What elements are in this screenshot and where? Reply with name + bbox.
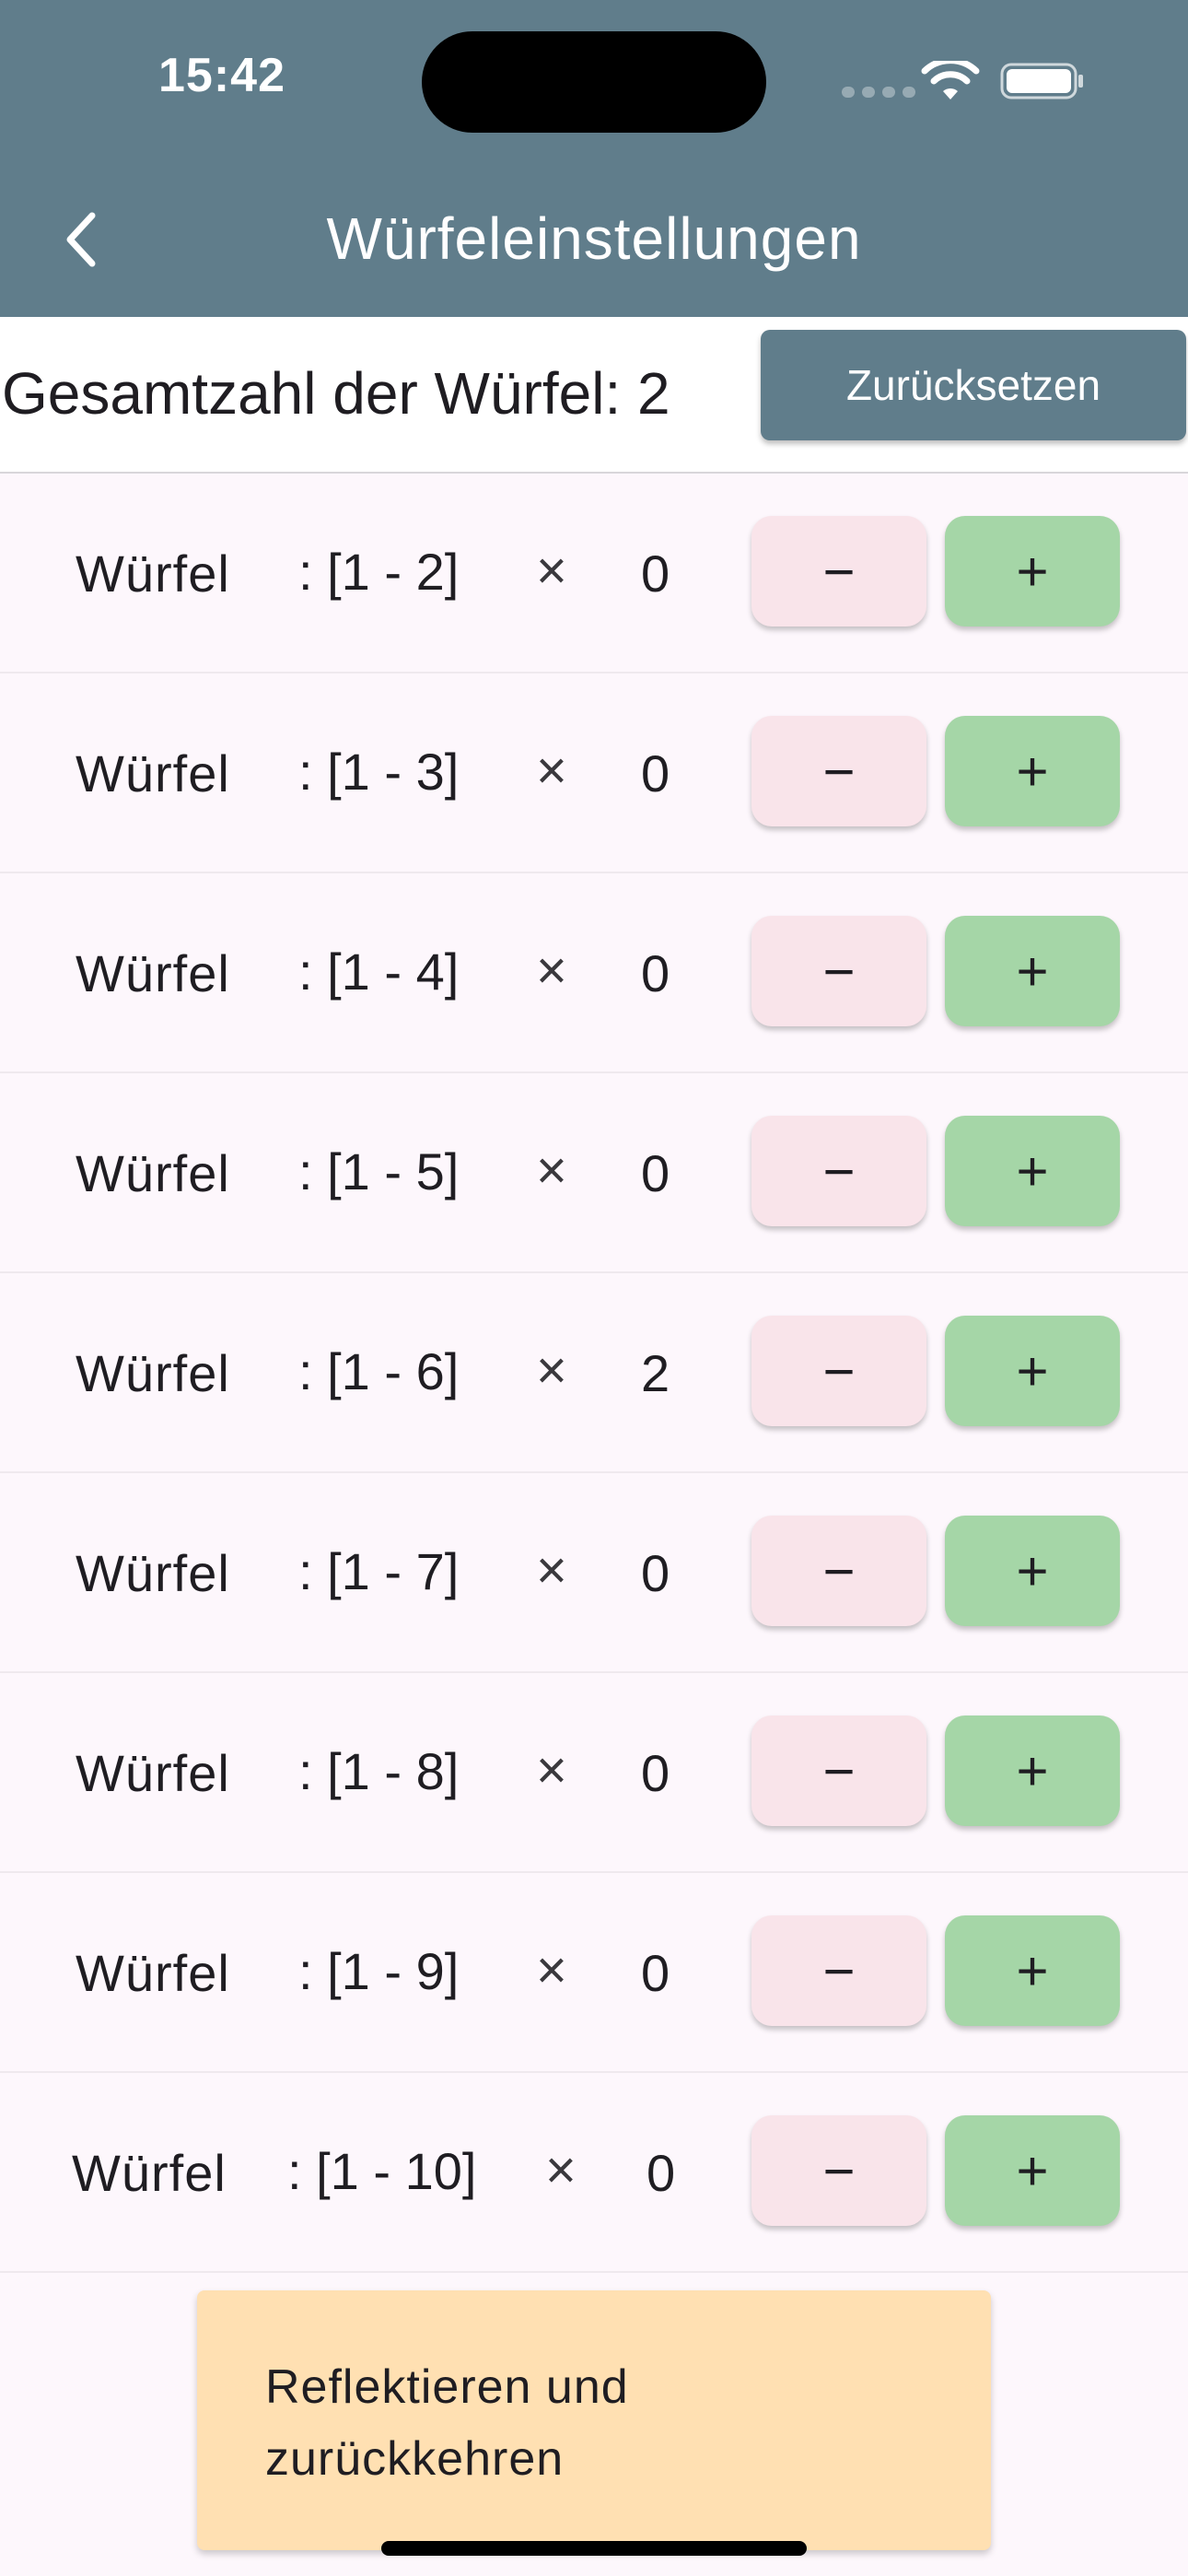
dice-row: Würfel : [1 - 4] × 0 − + (0, 873, 1188, 1073)
home-indicator (381, 2541, 807, 2556)
decrement-button[interactable]: − (751, 1915, 926, 2026)
dice-row: Würfel : [1 - 2] × 0 − + (0, 474, 1188, 673)
decrement-button[interactable]: − (751, 1715, 926, 1826)
decrement-button[interactable]: − (751, 516, 926, 626)
decrement-button[interactable]: − (751, 2115, 926, 2226)
multiply-icon: × (536, 1740, 567, 1800)
dice-range: : [1 - 6] (298, 1342, 460, 1400)
dynamic-island (422, 31, 766, 133)
decrement-button[interactable]: − (751, 1116, 926, 1226)
app-bar: 15:42 Würfeleinstellungen (0, 0, 1188, 317)
increment-button[interactable]: + (945, 1316, 1120, 1426)
dice-name: Würfel (76, 1144, 230, 1202)
dice-row: Würfel : [1 - 3] × 0 − + (0, 673, 1188, 873)
increment-button[interactable]: + (945, 516, 1120, 626)
dice-range: : [1 - 10] (287, 2142, 477, 2200)
dice-range: : [1 - 3] (298, 743, 460, 801)
dice-range: : [1 - 2] (298, 543, 460, 601)
dice-count: 0 (641, 1544, 670, 1602)
dice-name: Würfel (76, 1744, 230, 1802)
dice-count: 0 (641, 944, 670, 1002)
dice-name: Würfel (72, 2144, 227, 2202)
dice-range: : [1 - 4] (298, 943, 460, 1001)
dice-name: Würfel (76, 1544, 230, 1602)
dice-count: 0 (641, 1744, 670, 1802)
dice-row: Würfel : [1 - 5] × 0 − + (0, 1073, 1188, 1273)
reset-button[interactable]: Zurücksetzen (761, 330, 1186, 440)
dice-range: : [1 - 5] (298, 1142, 460, 1200)
total-dice-label: Gesamtzahl der Würfel: 2 (2, 360, 670, 427)
wifi-icon (921, 61, 980, 100)
cellular-signal-icon (842, 87, 915, 98)
increment-button[interactable]: + (945, 1915, 1120, 2026)
status-time: 15:42 (158, 49, 285, 102)
reflect-and-return-label: Reflektieren und zurückkehren (265, 2360, 629, 2486)
dice-row: Würfel : [1 - 9] × 0 − + (0, 1873, 1188, 2073)
increment-button[interactable]: + (945, 2115, 1120, 2226)
dice-row: Würfel : [1 - 10] × 0 − + (0, 2073, 1188, 2273)
increment-button[interactable]: + (945, 916, 1120, 1026)
dice-count: 0 (641, 1144, 670, 1202)
increment-button[interactable]: + (945, 716, 1120, 826)
reflect-and-return-button[interactable]: Reflektieren und zurückkehren (197, 2290, 991, 2550)
dice-range: : [1 - 8] (298, 1742, 460, 1800)
increment-button[interactable]: + (945, 1116, 1120, 1226)
dice-name: Würfel (76, 1944, 230, 2002)
dice-range: : [1 - 7] (298, 1542, 460, 1600)
dice-name: Würfel (76, 744, 230, 802)
decrement-button[interactable]: − (751, 1516, 926, 1626)
decrement-button[interactable]: − (751, 916, 926, 1026)
dice-count: 0 (646, 2144, 676, 2202)
decrement-button[interactable]: − (751, 1316, 926, 1426)
dice-range: : [1 - 9] (298, 1942, 460, 2000)
summary-bar: Gesamtzahl der Würfel: 2 Zurücksetzen (0, 317, 1188, 474)
multiply-icon: × (536, 941, 567, 1001)
dice-row: Würfel : [1 - 6] × 2 − + (0, 1273, 1188, 1473)
dice-count: 0 (641, 744, 670, 802)
multiply-icon: × (536, 1341, 567, 1400)
dice-row: Würfel : [1 - 7] × 0 − + (0, 1473, 1188, 1673)
dice-count: 0 (641, 544, 670, 603)
multiply-icon: × (536, 1141, 567, 1200)
decrement-button[interactable]: − (751, 716, 926, 826)
multiply-icon: × (536, 1540, 567, 1600)
dice-name: Würfel (76, 944, 230, 1002)
dice-row: Würfel : [1 - 8] × 0 − + (0, 1673, 1188, 1873)
multiply-icon: × (536, 541, 567, 601)
multiply-icon: × (536, 1940, 567, 2000)
increment-button[interactable]: + (945, 1516, 1120, 1626)
dice-name: Würfel (76, 1344, 230, 1402)
multiply-icon: × (536, 741, 567, 801)
page-title: Würfeleinstellungen (326, 205, 862, 272)
increment-button[interactable]: + (945, 1715, 1120, 1826)
dice-count: 0 (641, 1944, 670, 2002)
battery-icon (1000, 63, 1083, 100)
dice-list: Würfel : [1 - 2] × 0 − + Würfel : [1 - 3… (0, 474, 1188, 2273)
multiply-icon: × (545, 2140, 577, 2200)
dice-name: Würfel (76, 544, 230, 603)
dice-count: 2 (641, 1344, 670, 1402)
